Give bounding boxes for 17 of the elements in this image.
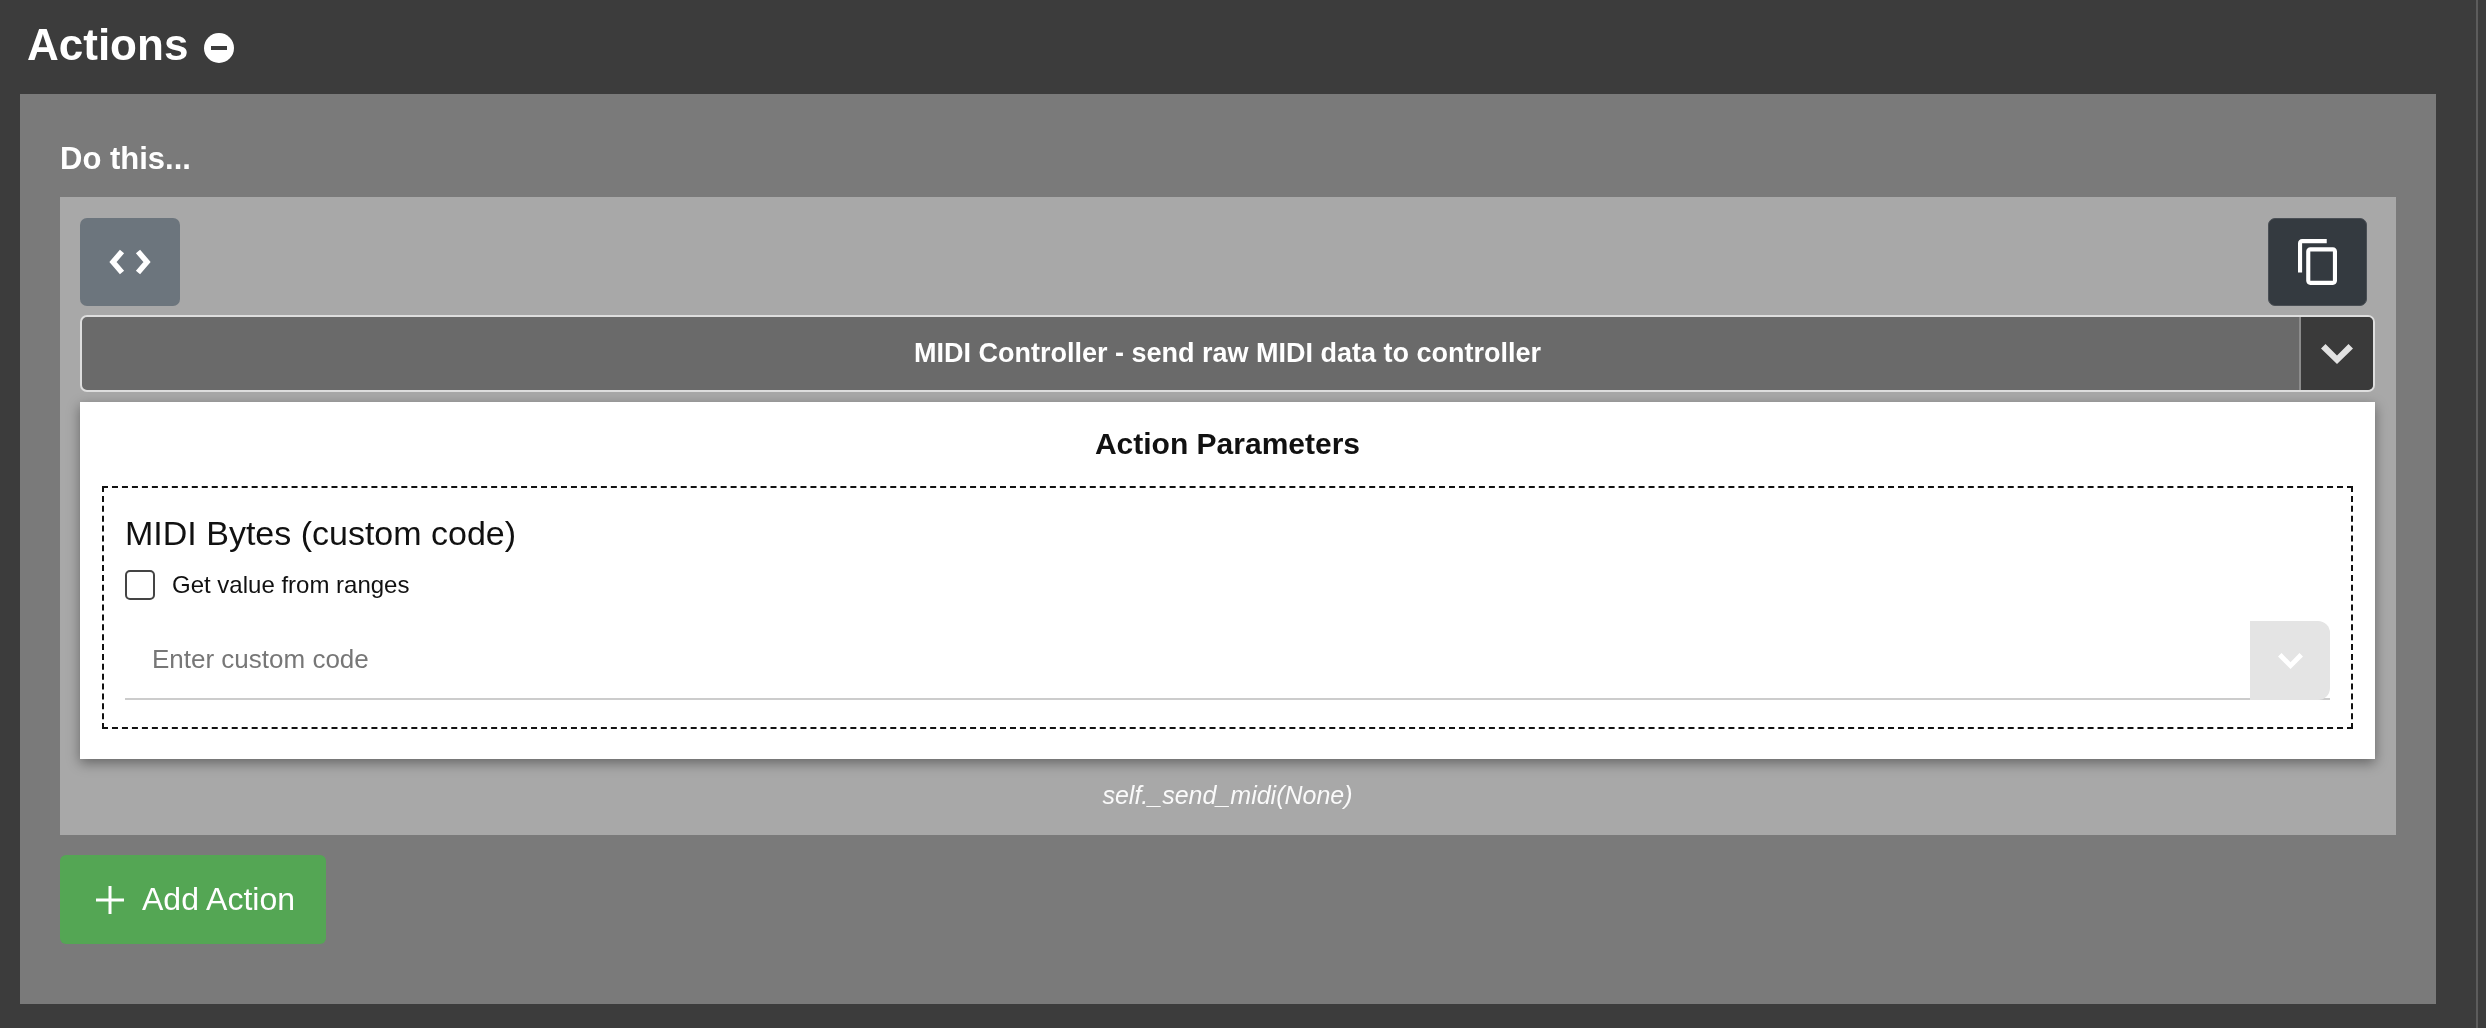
copy-icon bbox=[2298, 239, 2337, 285]
add-action-button[interactable]: Add Action bbox=[60, 855, 326, 944]
field-label: MIDI Bytes (custom code) bbox=[125, 513, 517, 553]
chevron-down-icon bbox=[2277, 652, 2303, 669]
panel-title: Action Parameters bbox=[1094, 426, 1361, 462]
checkbox-label[interactable]: Get value from ranges bbox=[172, 571, 410, 599]
section-heading: Do this... bbox=[60, 140, 191, 178]
plus-icon bbox=[96, 885, 124, 914]
minus-circle-icon[interactable] bbox=[204, 33, 235, 63]
code-icon bbox=[109, 249, 151, 275]
checkbox[interactable] bbox=[125, 570, 155, 600]
section-title: Actions bbox=[27, 19, 189, 71]
code-preview: self._send_midi(None) bbox=[1102, 780, 1353, 810]
action-select[interactable]: MIDI Controller - send raw MIDI data to controller bbox=[80, 315, 2375, 392]
copy-button[interactable] bbox=[2268, 218, 2367, 306]
chevron-down-icon bbox=[2321, 343, 2353, 364]
code-view-button[interactable] bbox=[80, 218, 180, 306]
